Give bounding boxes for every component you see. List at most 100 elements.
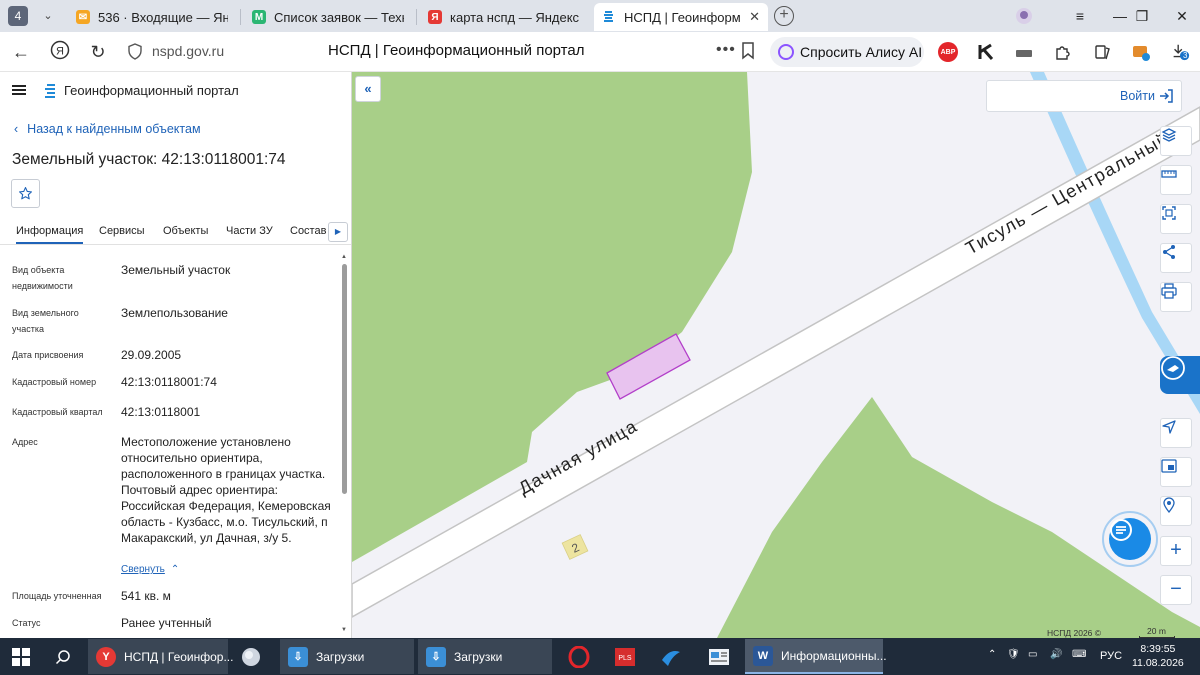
network-icon[interactable]: ▭: [1028, 649, 1037, 660]
attr-value-assign-date: 29.09.2005: [121, 348, 182, 362]
zoom-in-button[interactable]: +: [1160, 536, 1192, 566]
share-button[interactable]: [1160, 243, 1192, 273]
collapse-panel-button[interactable]: «: [355, 76, 381, 102]
map-view[interactable]: Дачная улица Тисуль — Центральный 2 « Во…: [352, 72, 1200, 638]
menu-icon[interactable]: ≡: [1060, 0, 1100, 32]
browser-tab-nspd[interactable]: НСПД | Геоинформаци ✕: [594, 3, 768, 31]
panel-scrollbar-thumb[interactable]: [342, 264, 347, 494]
restore-icon[interactable]: ❐: [1122, 0, 1162, 32]
more-dots-icon[interactable]: •••: [716, 41, 736, 59]
taskbar-app-downloads-1[interactable]: ⇩ Загрузки: [280, 639, 414, 674]
tab-parcel-parts[interactable]: Части ЗУ: [226, 225, 273, 237]
tab-information[interactable]: Информация: [16, 225, 84, 244]
input-language[interactable]: РУС: [1100, 650, 1122, 662]
search-icon[interactable]: [42, 638, 84, 675]
scroll-up-icon[interactable]: ▲: [341, 254, 347, 260]
reload-icon[interactable]: ↻: [86, 40, 110, 64]
tab-label: 536 · Входящие — Яндекс: [98, 9, 228, 25]
folder-icon: ⇩: [288, 646, 308, 667]
back-arrow-icon[interactable]: ←: [9, 40, 33, 64]
profile-icon[interactable]: [1014, 6, 1034, 26]
extension-bar-icon[interactable]: [1014, 42, 1034, 62]
attr-label-assign-date: Дата присвоения: [12, 350, 84, 360]
yandex-home-icon[interactable]: Я: [48, 40, 72, 64]
keyboard-icon[interactable]: ⌨: [1072, 649, 1086, 660]
url-text[interactable]: nspd.gov.ru: [152, 43, 224, 59]
folder-icon: ⇩: [426, 646, 446, 667]
zoom-out-button[interactable]: −: [1160, 575, 1192, 605]
windows-start-icon[interactable]: [0, 638, 42, 675]
tabs-scroll-right-icon[interactable]: ▶: [328, 222, 348, 242]
ruler-icon: [1161, 170, 1177, 178]
collapse-address-link[interactable]: Свернуть ⌃: [121, 564, 179, 575]
address-bar-row: ← Я ↻ nspd.gov.ru НСПД | Геоинформационн…: [0, 32, 1200, 72]
taskbar-app-document[interactable]: W Информационны...: [745, 639, 887, 674]
downloads-icon[interactable]: 3: [1170, 42, 1190, 62]
help-tab-button[interactable]: [1160, 356, 1200, 394]
login-button[interactable]: Войти: [986, 80, 1182, 112]
map-canvas[interactable]: Дачная улица Тисуль — Центральный 2: [352, 72, 1200, 638]
scale-label: 20 m: [1147, 626, 1166, 636]
shield-icon[interactable]: [128, 43, 142, 60]
taskbar-app-browser[interactable]: Y НСПД | Геоинфор...: [88, 639, 233, 674]
news-app-icon[interactable]: [698, 638, 740, 675]
location-arrow-icon: [1162, 420, 1176, 434]
taskbar-app-label: Загрузки: [316, 649, 365, 664]
bookmark-icon[interactable]: [741, 42, 755, 60]
browser-tab-strip: 4 ⌄ ✉ 536 · Входящие — Яндекс M Список з…: [0, 0, 1200, 32]
portal-name[interactable]: Геоинформационный портал: [64, 83, 239, 98]
tab-separator: [416, 9, 417, 25]
pdf-app-icon[interactable]: PLS: [604, 638, 646, 675]
geo-search-button[interactable]: [1160, 496, 1192, 526]
nspd-icon: [602, 10, 616, 24]
layers-button[interactable]: [1160, 126, 1192, 156]
collections-icon[interactable]: [1092, 42, 1112, 62]
tab-count-badge[interactable]: 4: [8, 6, 28, 26]
chevron-down-icon[interactable]: ⌄: [38, 6, 58, 26]
locate-me-button[interactable]: [1160, 418, 1192, 448]
system-clock[interactable]: 8:39:55 11.08.2026: [1132, 642, 1184, 670]
tray-expand-icon[interactable]: ⌃: [988, 649, 996, 660]
browser-tab-mail[interactable]: ✉ 536 · Входящие — Яндекс: [68, 3, 236, 31]
adblock-icon[interactable]: ABP: [938, 42, 958, 62]
svg-text:PLS: PLS: [618, 655, 632, 662]
tab-label: карта нспд — Яндекс: нац: [450, 9, 580, 25]
speaker-icon[interactable]: 🔊: [1050, 649, 1062, 660]
ask-alice-button[interactable]: Спросить Алису AI: [770, 37, 924, 67]
globe-app-icon[interactable]: [230, 638, 272, 675]
puzzle-icon[interactable]: [1053, 42, 1073, 62]
select-area-icon: [1162, 206, 1176, 220]
chat-button[interactable]: [1109, 518, 1151, 560]
attr-label-parcel-type: Вид земельного участка: [12, 308, 79, 334]
scroll-down-icon[interactable]: ▼: [341, 627, 347, 633]
object-title: Земельный участок: 42:13:0118001:74: [12, 151, 286, 168]
blue-app-icon[interactable]: [650, 638, 692, 675]
new-tab-button[interactable]: +: [774, 6, 794, 26]
basemap-button[interactable]: [1160, 457, 1192, 487]
tab-composition[interactable]: Состав: [290, 225, 326, 237]
opera-icon[interactable]: [558, 638, 600, 675]
clock-time: 8:39:55: [1140, 643, 1176, 655]
back-to-results-link[interactable]: ‹ Назад к найденным объектам: [14, 122, 201, 136]
browser-tab-technok[interactable]: M Список заявок — ТехноК: [244, 3, 412, 31]
taskbar-app-label: Информационны...: [781, 648, 887, 663]
map-copyright: НСПД 2026 ©: [1047, 628, 1102, 638]
nspd-logo-icon[interactable]: [43, 83, 57, 99]
hamburger-menu-icon[interactable]: [12, 85, 26, 95]
taskbar-app-downloads-2[interactable]: ⇩ Загрузки: [418, 639, 552, 674]
tab-services[interactable]: Сервисы: [99, 225, 145, 237]
browser-tab-yandex-search[interactable]: Я карта нспд — Яндекс: нац: [420, 3, 588, 31]
close-icon[interactable]: ✕: [749, 9, 760, 25]
tab-objects[interactable]: Объекты: [163, 225, 208, 237]
profile-extension-icon[interactable]: [1131, 42, 1151, 62]
mail-icon: ✉: [76, 10, 90, 24]
favorite-button[interactable]: [11, 179, 40, 208]
measure-button[interactable]: [1160, 165, 1192, 195]
network-warning-icon[interactable]: 🛡: [1007, 649, 1020, 660]
select-area-button[interactable]: [1160, 204, 1192, 234]
downloads-badge: 3: [1183, 51, 1188, 60]
attr-label-address: Адрес: [12, 437, 38, 447]
kontur-extension-icon[interactable]: [976, 42, 996, 62]
print-button[interactable]: [1160, 282, 1192, 312]
close-window-icon[interactable]: ✕: [1162, 0, 1200, 32]
